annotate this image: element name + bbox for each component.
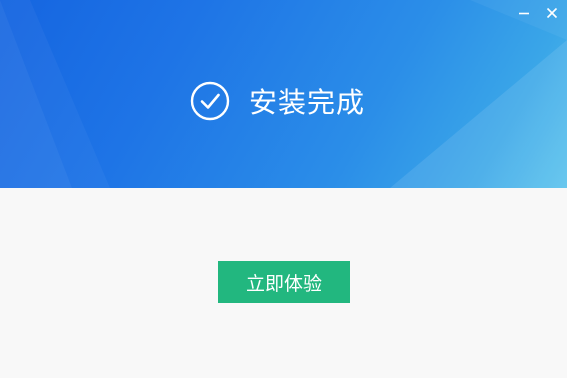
close-icon bbox=[546, 7, 558, 19]
check-circle-icon bbox=[190, 81, 230, 121]
try-now-button[interactable]: 立即体验 bbox=[218, 261, 350, 303]
completion-headline: 安装完成 bbox=[190, 80, 365, 122]
minimize-icon bbox=[519, 12, 529, 15]
install-complete-title: 安装完成 bbox=[249, 86, 366, 119]
header-banner: 安装完成 bbox=[0, 0, 567, 188]
installer-window: 安装完成 立即体验 bbox=[0, 0, 567, 378]
close-button[interactable] bbox=[543, 4, 561, 22]
minimize-button[interactable] bbox=[515, 4, 533, 22]
